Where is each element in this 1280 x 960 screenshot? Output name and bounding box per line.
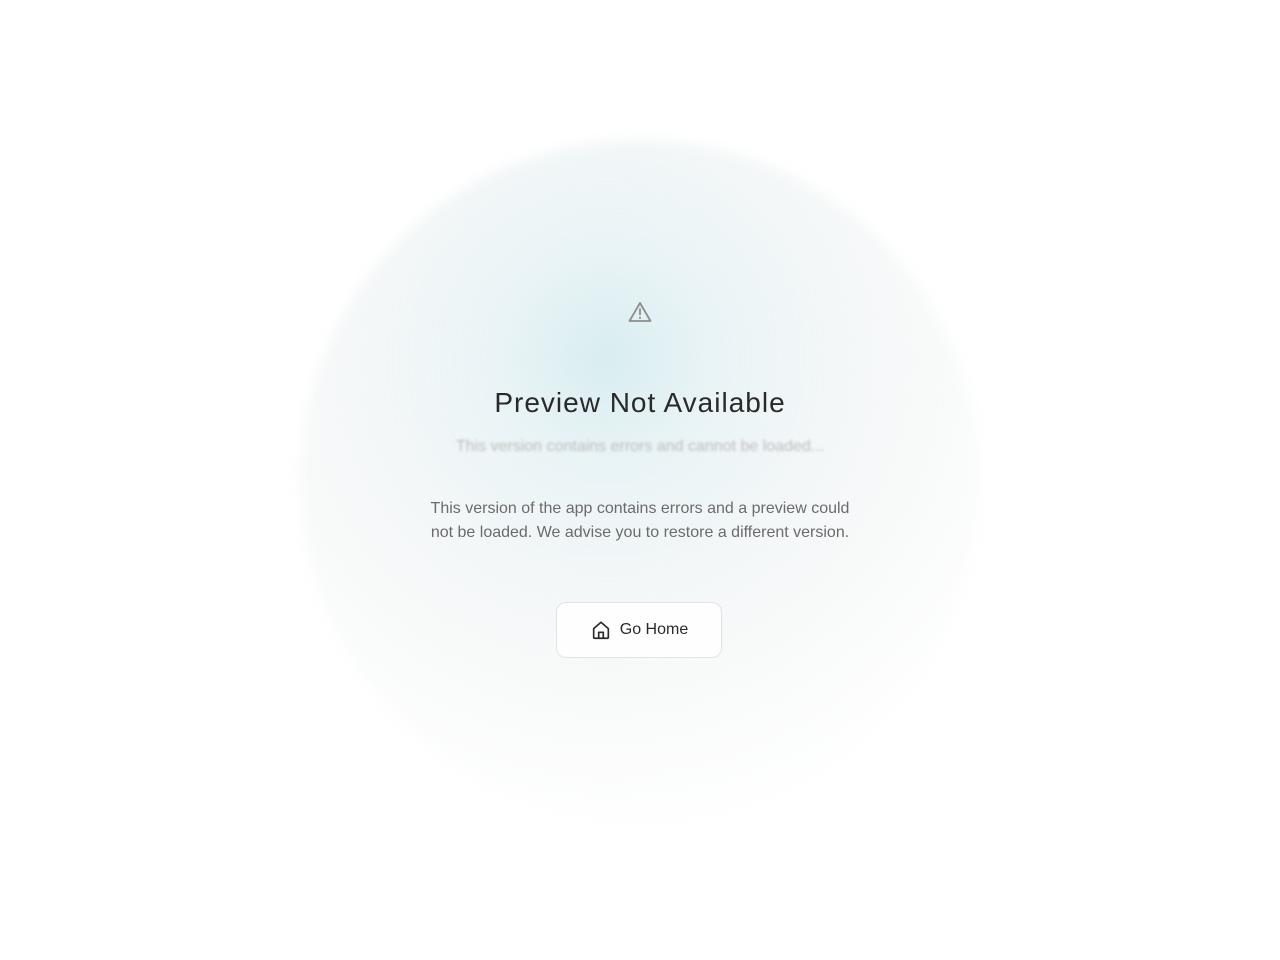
go-home-label: Go Home	[619, 621, 689, 638]
blurred-subtitle: This version contains errors and cannot …	[455, 438, 825, 455]
error-description: This version of the app contains errors …	[430, 500, 850, 541]
home-icon	[592, 621, 609, 640]
go-home-button[interactable]: Go Home	[556, 602, 722, 658]
page-title: Preview Not Available	[494, 387, 786, 418]
warning-triangle-icon	[628, 302, 652, 322]
error-content: Preview Not Available This version conta…	[0, 0, 1280, 960]
error-page: Preview Not Available This version conta…	[0, 0, 1280, 960]
